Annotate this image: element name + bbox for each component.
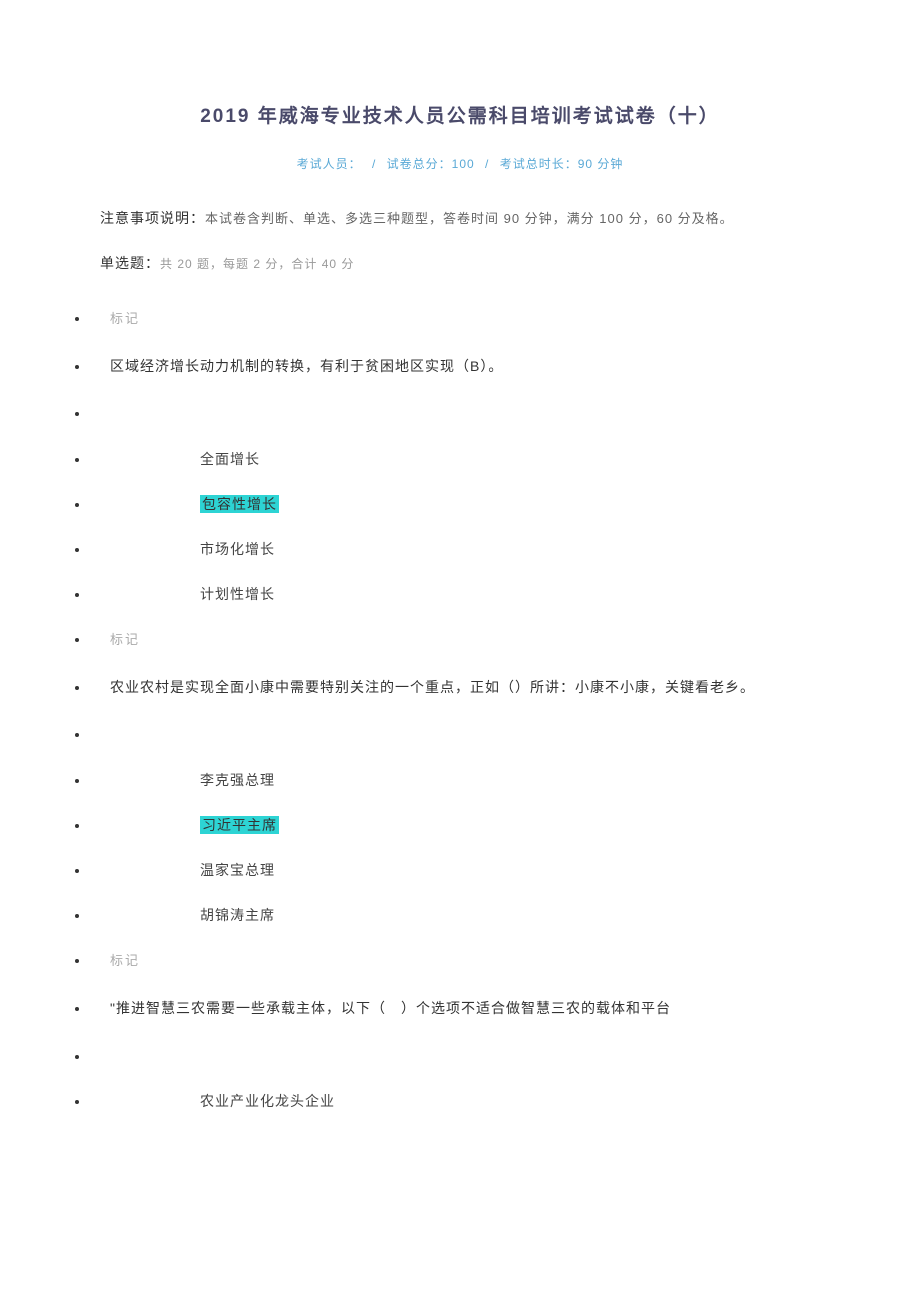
- section-label: 单选题：: [100, 255, 160, 271]
- list-item: [90, 722, 860, 747]
- list-item: 习近平主席: [90, 813, 860, 838]
- notice-text: 本试卷含判断、单选、多选三种题型，答卷时间 90 分钟，满分 100 分，60 …: [205, 211, 734, 226]
- list-item: 标记: [90, 627, 860, 651]
- separator: /: [485, 157, 489, 171]
- list-item: 农业产业化龙头企业: [90, 1089, 860, 1114]
- option-highlighted: 包容性增长: [200, 495, 279, 513]
- list-item: 计划性增长: [90, 582, 860, 607]
- option[interactable]: 农业产业化龙头企业: [90, 1089, 335, 1114]
- score-label: 试卷总分：: [387, 157, 452, 171]
- question-text: "推进智慧三农需要一些承载主体，以下（ ）个选项不适合做智慧三农的载体和平台: [90, 993, 860, 1024]
- option[interactable]: 包容性增长: [90, 492, 279, 517]
- list-item: [90, 401, 860, 426]
- notice: 注意事项说明：本试卷含判断、单选、多选三种题型，答卷时间 90 分钟，满分 10…: [60, 206, 860, 231]
- list-item: 温家宝总理: [90, 858, 860, 883]
- list-item: 区域经济增长动力机制的转换，有利于贫困地区实现（B）。: [90, 351, 860, 382]
- mark-label[interactable]: 标记: [90, 628, 860, 651]
- mark-label[interactable]: 标记: [90, 949, 860, 972]
- list-item: [90, 1044, 860, 1069]
- option[interactable]: 习近平主席: [90, 813, 279, 838]
- list-item: 全面增长: [90, 447, 860, 472]
- list-item: 农业农村是实现全面小康中需要特别关注的一个重点，正如（）所讲：小康不小康，关键看…: [90, 672, 860, 703]
- option-highlighted: 习近平主席: [200, 816, 279, 834]
- separator: /: [372, 157, 376, 171]
- exam-meta: 考试人员： / 试卷总分：100 / 考试总时长：90 分钟: [60, 154, 860, 176]
- option[interactable]: 李克强总理: [90, 768, 275, 793]
- option[interactable]: 温家宝总理: [90, 858, 275, 883]
- question-list: 标记 区域经济增长动力机制的转换，有利于贫困地区实现（B）。 全面增长 包容性增…: [60, 306, 860, 1114]
- list-item: 标记: [90, 948, 860, 972]
- option[interactable]: 全面增长: [90, 447, 260, 472]
- list-item: 市场化增长: [90, 537, 860, 562]
- notice-label: 注意事项说明：: [100, 210, 205, 226]
- list-item: 标记: [90, 306, 860, 330]
- question-text: 区域经济增长动力机制的转换，有利于贫困地区实现（B）。: [90, 351, 860, 382]
- list-item: "推进智慧三农需要一些承载主体，以下（ ）个选项不适合做智慧三农的载体和平台: [90, 993, 860, 1024]
- question-text: 农业农村是实现全面小康中需要特别关注的一个重点，正如（）所讲：小康不小康，关键看…: [90, 672, 860, 703]
- mark-label[interactable]: 标记: [90, 307, 860, 330]
- list-item: 包容性增长: [90, 492, 860, 517]
- list-item: 胡锦涛主席: [90, 903, 860, 928]
- option[interactable]: 胡锦涛主席: [90, 903, 275, 928]
- option[interactable]: 市场化增长: [90, 537, 275, 562]
- section-header: 单选题：共 20 题，每题 2 分，合计 40 分: [60, 251, 860, 276]
- exam-title: 2019 年威海专业技术人员公需科目培训考试试卷（十）: [60, 100, 860, 134]
- examinee-label: 考试人员：: [297, 157, 362, 171]
- duration-label: 考试总时长：: [500, 157, 578, 171]
- section-sub: 共 20 题，每题 2 分，合计 40 分: [160, 257, 354, 271]
- option[interactable]: 计划性增长: [90, 582, 275, 607]
- duration-value: 90 分钟: [578, 157, 624, 171]
- score-value: 100: [452, 157, 475, 171]
- list-item: 李克强总理: [90, 768, 860, 793]
